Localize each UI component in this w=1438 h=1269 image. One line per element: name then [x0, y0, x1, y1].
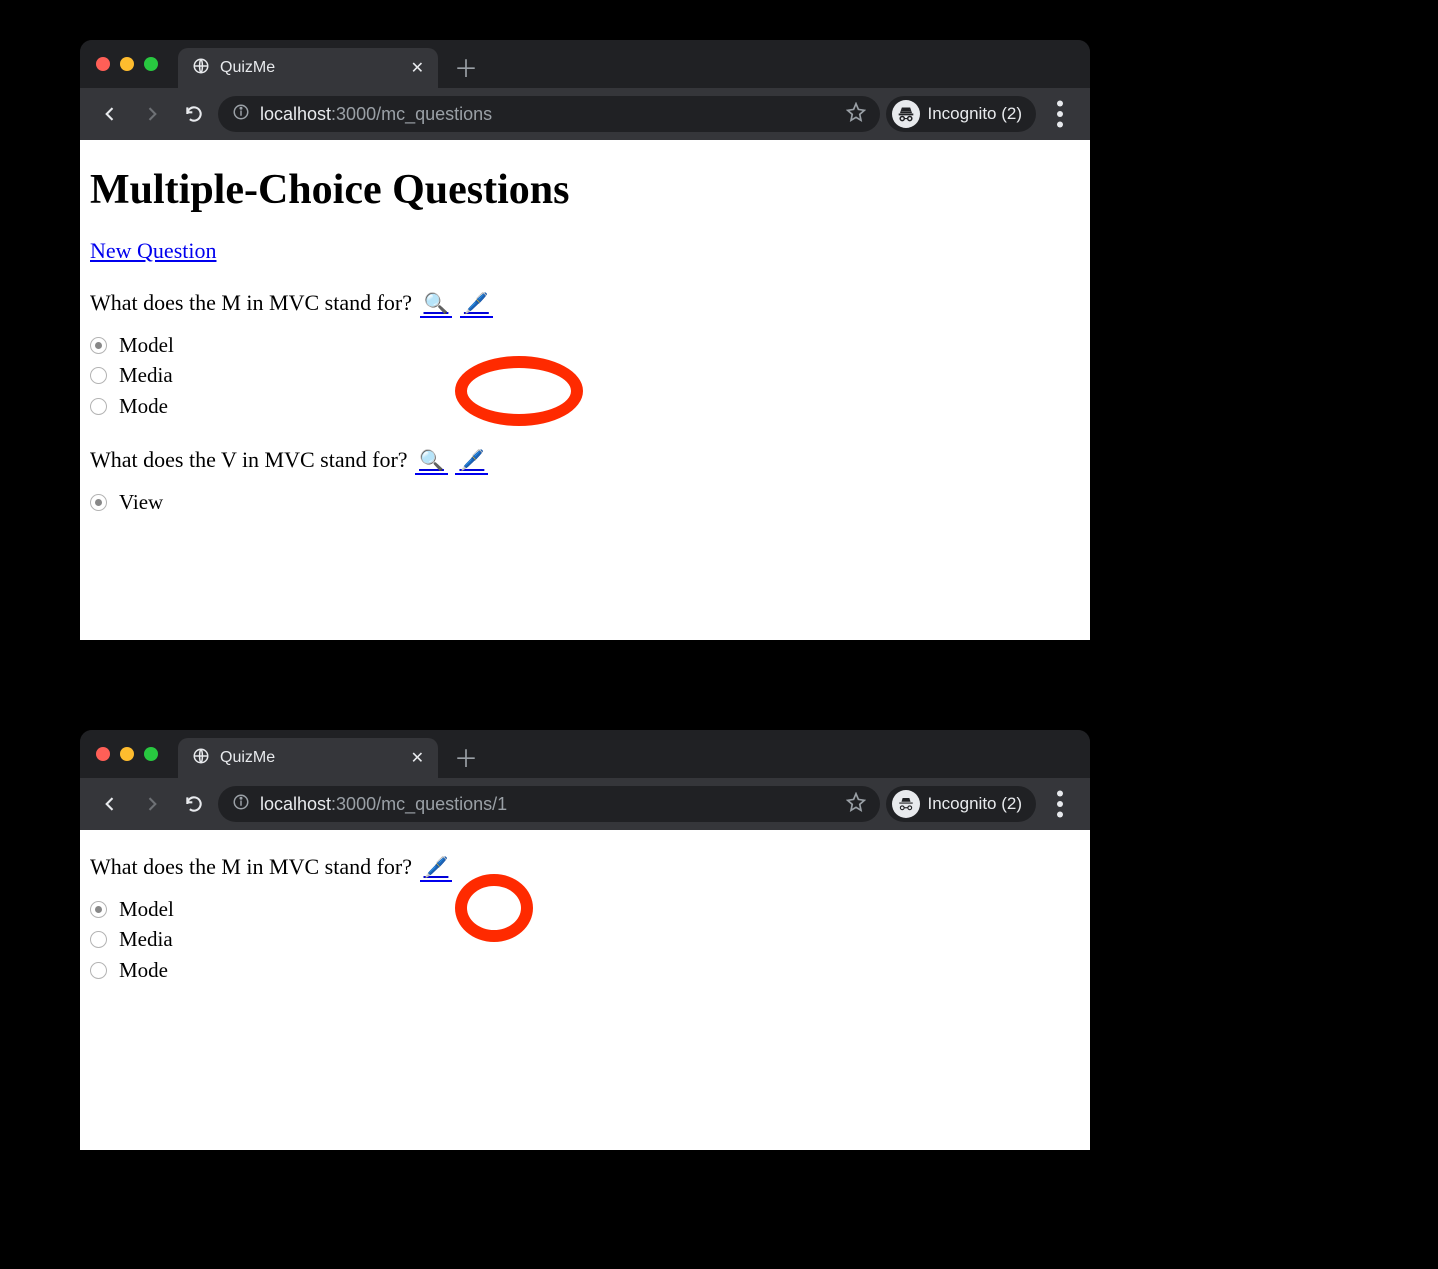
browser-toolbar: localhost:3000/mc_questions/1 Incognito … — [80, 778, 1090, 830]
window-controls — [96, 747, 178, 761]
edit-question-link[interactable]: 🖊️ — [455, 447, 488, 475]
incognito-chip[interactable]: Incognito (2) — [886, 786, 1037, 822]
new-tab-button[interactable]: ＋ — [438, 739, 494, 774]
tab-strip: QuizMe ✕ ＋ — [80, 40, 1090, 88]
minimize-window-button[interactable] — [120, 57, 134, 71]
question-text: What does the V in MVC stand for? — [90, 447, 408, 472]
bookmark-star-icon[interactable] — [846, 102, 866, 127]
question-row: What does the V in MVC stand for? 🔍 🖊️ — [90, 447, 1080, 475]
forward-button[interactable] — [134, 786, 170, 822]
answer-options: View — [90, 487, 1080, 517]
tab-strip: QuizMe ✕ ＋ — [80, 730, 1090, 778]
radio-button[interactable] — [90, 494, 107, 511]
option-label: Mode — [119, 955, 168, 985]
radio-button[interactable] — [90, 337, 107, 354]
address-bar[interactable]: localhost:3000/mc_questions/1 — [218, 786, 880, 822]
minimize-window-button[interactable] — [120, 747, 134, 761]
close-window-button[interactable] — [96, 747, 110, 761]
radio-button[interactable] — [90, 398, 107, 415]
radio-button[interactable] — [90, 367, 107, 384]
pencil-icon: 🖊️ — [464, 293, 489, 315]
maximize-window-button[interactable] — [144, 747, 158, 761]
answer-options: Model Media Mode — [90, 894, 1080, 985]
window-controls — [96, 57, 178, 71]
answer-options: Model Media Mode — [90, 330, 1080, 421]
reload-button[interactable] — [176, 96, 212, 132]
globe-icon — [192, 747, 210, 770]
reload-button[interactable] — [176, 786, 212, 822]
site-info-icon[interactable] — [232, 793, 250, 816]
view-question-link[interactable]: 🔍 — [420, 290, 453, 318]
question-row: What does the M in MVC stand for? 🖊️ — [90, 854, 1080, 882]
browser-toolbar: localhost:3000/mc_questions Incognito (2… — [80, 88, 1090, 140]
incognito-label: Incognito (2) — [928, 794, 1023, 814]
list-item: Media — [90, 360, 1080, 390]
back-button[interactable] — [92, 96, 128, 132]
address-bar[interactable]: localhost:3000/mc_questions — [218, 96, 880, 132]
option-label: Mode — [119, 391, 168, 421]
url-text: localhost:3000/mc_questions — [260, 104, 492, 125]
bookmark-star-icon[interactable] — [846, 792, 866, 817]
pencil-icon: 🖊️ — [424, 857, 449, 879]
browser-tab[interactable]: QuizMe ✕ — [178, 738, 438, 778]
option-label: Media — [119, 360, 173, 390]
question-text: What does the M in MVC stand for? — [90, 290, 412, 315]
option-label: Media — [119, 924, 173, 954]
url-text: localhost:3000/mc_questions/1 — [260, 794, 507, 815]
option-label: View — [119, 487, 163, 517]
option-label: Model — [119, 894, 174, 924]
incognito-label: Incognito (2) — [928, 104, 1023, 124]
magnifying-glass-icon: 🔍 — [424, 293, 449, 315]
edit-question-link[interactable]: 🖊️ — [420, 854, 453, 882]
tab-title: QuizMe — [220, 749, 401, 767]
page-viewport: Multiple-Choice Questions New Question W… — [80, 140, 1090, 640]
browser-menu-button[interactable] — [1042, 96, 1078, 132]
forward-button[interactable] — [134, 96, 170, 132]
radio-button[interactable] — [90, 962, 107, 979]
browser-window-bottom: QuizMe ✕ ＋ localhost:3000/mc_questions/1 — [80, 730, 1090, 1150]
list-item: Media — [90, 924, 1080, 954]
incognito-icon — [892, 100, 920, 128]
list-item: Model — [90, 330, 1080, 360]
browser-window-top: QuizMe ✕ ＋ localhost:3000/mc_questions — [80, 40, 1090, 640]
back-button[interactable] — [92, 786, 128, 822]
tab-title: QuizMe — [220, 59, 401, 77]
list-item: Model — [90, 894, 1080, 924]
close-tab-icon[interactable]: ✕ — [411, 58, 424, 78]
pencil-icon: 🖊️ — [459, 450, 484, 472]
list-item: Mode — [90, 955, 1080, 985]
browser-tab[interactable]: QuizMe ✕ — [178, 48, 438, 88]
globe-icon — [192, 57, 210, 80]
magnifying-glass-icon: 🔍 — [419, 450, 444, 472]
edit-question-link[interactable]: 🖊️ — [460, 290, 493, 318]
url-host: localhost — [260, 794, 331, 814]
url-path: /mc_questions — [376, 104, 492, 124]
browser-menu-button[interactable] — [1042, 786, 1078, 822]
option-label: Model — [119, 330, 174, 360]
page-viewport: What does the M in MVC stand for? 🖊️ Mod… — [80, 830, 1090, 1150]
close-window-button[interactable] — [96, 57, 110, 71]
radio-button[interactable] — [90, 901, 107, 918]
radio-button[interactable] — [90, 931, 107, 948]
incognito-chip[interactable]: Incognito (2) — [886, 96, 1037, 132]
new-question-link[interactable]: New Question — [90, 238, 216, 263]
list-item: Mode — [90, 391, 1080, 421]
maximize-window-button[interactable] — [144, 57, 158, 71]
url-host: localhost — [260, 104, 331, 124]
question-text: What does the M in MVC stand for? — [90, 854, 412, 879]
url-path: /mc_questions/1 — [376, 794, 507, 814]
site-info-icon[interactable] — [232, 103, 250, 126]
url-port: :3000 — [331, 794, 376, 814]
new-tab-button[interactable]: ＋ — [438, 49, 494, 84]
list-item: View — [90, 487, 1080, 517]
url-port: :3000 — [331, 104, 376, 124]
close-tab-icon[interactable]: ✕ — [411, 748, 424, 768]
incognito-icon — [892, 790, 920, 818]
view-question-link[interactable]: 🔍 — [415, 447, 448, 475]
question-row: What does the M in MVC stand for? 🔍 🖊️ — [90, 290, 1080, 318]
page-title: Multiple-Choice Questions — [90, 166, 1080, 214]
